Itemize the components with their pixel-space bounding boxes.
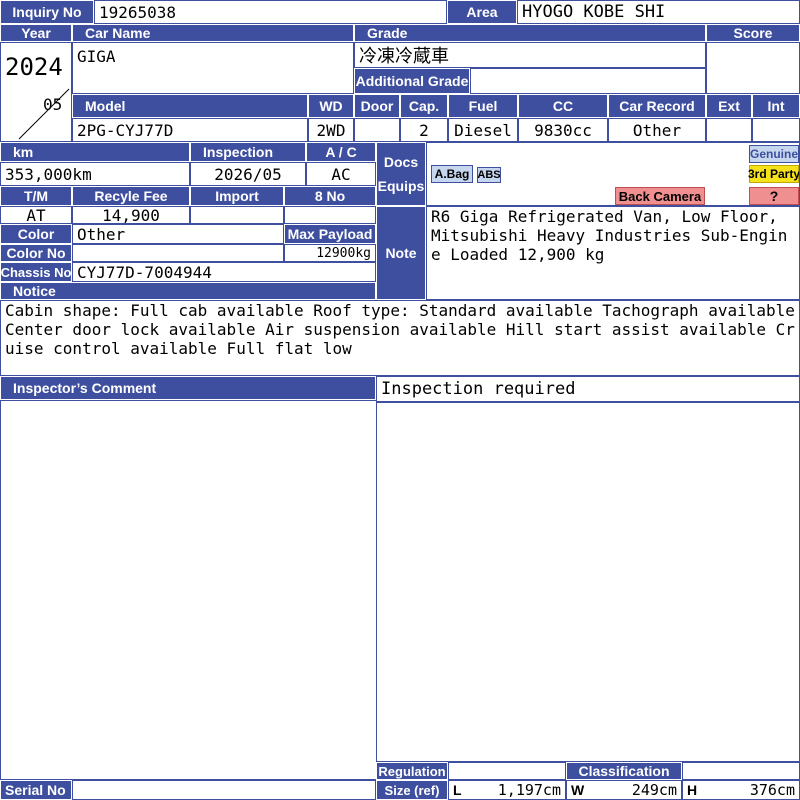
inspectors-comment-label: Inspector’s Comment bbox=[0, 376, 376, 400]
import-value bbox=[190, 206, 284, 224]
inquiry-no-value: 19265038 bbox=[94, 0, 447, 24]
note-label: Note bbox=[376, 206, 426, 300]
size-ref-label: Size (ref) bbox=[376, 780, 448, 800]
comment-right-area bbox=[376, 402, 800, 762]
unknown-badge: ? bbox=[749, 187, 799, 205]
classification-label: Classification bbox=[566, 762, 682, 780]
equips-label: Equips bbox=[377, 178, 425, 194]
wd-value: 2WD bbox=[308, 118, 354, 142]
docs-label: Docs bbox=[383, 154, 419, 170]
car-record-label: Car Record bbox=[608, 94, 706, 118]
regulation-value bbox=[448, 762, 566, 780]
ext-value bbox=[706, 118, 752, 142]
size-l-cell: L 1,197cm bbox=[448, 780, 566, 800]
equips-area: A.Bag ABS Back Camera Genuine 3rd Party … bbox=[426, 142, 800, 206]
year-label: Year bbox=[0, 24, 72, 42]
note-value: R6 Giga Refrigerated Van, Low Floor, Mit… bbox=[426, 206, 800, 300]
km-value: 353,000km bbox=[0, 162, 190, 186]
notice-value: Cabin shape: Full cab available Roof typ… bbox=[0, 300, 800, 376]
int-label: Int bbox=[752, 94, 800, 118]
cc-label: CC bbox=[518, 94, 608, 118]
size-l-label: L bbox=[453, 782, 462, 798]
abag-badge: A.Bag bbox=[431, 165, 473, 183]
fuel-value: Diesel bbox=[448, 118, 518, 142]
inspection-label: Inspection bbox=[190, 142, 306, 162]
size-w-value: 249cm bbox=[631, 781, 677, 799]
inspection-value: 2026/05 bbox=[190, 162, 306, 186]
size-h-value: 376cm bbox=[749, 781, 795, 799]
serial-no-label: Serial No bbox=[0, 780, 72, 800]
inspectors-comment-value: Inspection required bbox=[376, 376, 800, 402]
score-value bbox=[706, 42, 800, 94]
car-name-value: GIGA bbox=[72, 42, 354, 94]
month-value: 05 bbox=[43, 95, 63, 114]
color-label: Color bbox=[0, 224, 72, 244]
color-value: Other bbox=[72, 224, 284, 244]
cap-value: 2 bbox=[400, 118, 448, 142]
model-label: Model bbox=[72, 94, 308, 118]
wd-label: WD bbox=[308, 94, 354, 118]
back-camera-badge: Back Camera bbox=[615, 187, 705, 205]
max-payload-label: Max Payload bbox=[284, 224, 376, 244]
abs-badge: ABS bbox=[477, 167, 501, 183]
grade-value: 冷凍冷蔵車 bbox=[354, 42, 706, 68]
int-value bbox=[752, 118, 800, 142]
grade-label: Grade bbox=[354, 24, 706, 42]
docs-equips-label: Docs Equips bbox=[376, 142, 426, 206]
ac-label: A / C bbox=[306, 142, 376, 162]
color-no-value bbox=[72, 244, 284, 262]
genuine-badge: Genuine bbox=[749, 145, 799, 163]
additional-grade-value bbox=[470, 68, 706, 94]
classification-value bbox=[682, 762, 800, 780]
eight-no-value bbox=[284, 206, 376, 224]
regulation-label: Regulation bbox=[376, 762, 448, 780]
size-h-cell: H 376cm bbox=[682, 780, 800, 800]
year-value: 2024 bbox=[5, 53, 63, 81]
notice-label: Notice bbox=[0, 282, 376, 300]
third-party-badge: 3rd Party bbox=[747, 165, 800, 183]
size-w-cell: W 249cm bbox=[566, 780, 682, 800]
door-label: Door bbox=[354, 94, 400, 118]
color-no-label: Color No bbox=[0, 244, 72, 262]
recycle-fee-label: Recyle Fee bbox=[72, 186, 190, 206]
size-w-label: W bbox=[571, 782, 585, 798]
fuel-label: Fuel bbox=[448, 94, 518, 118]
model-value: 2PG-CYJ77D bbox=[72, 118, 308, 142]
recycle-fee-value: 14,900 bbox=[72, 206, 190, 224]
size-h-label: H bbox=[687, 782, 698, 798]
tm-label: T/M bbox=[0, 186, 72, 206]
ac-value: AC bbox=[306, 162, 376, 186]
inquiry-no-label: Inquiry No bbox=[0, 0, 94, 24]
km-label: km bbox=[0, 142, 190, 162]
score-label: Score bbox=[706, 24, 800, 42]
area-label: Area bbox=[447, 0, 517, 24]
eight-no-label: 8 No bbox=[284, 186, 376, 206]
serial-no-value bbox=[72, 780, 376, 800]
cc-value: 9830cc bbox=[518, 118, 608, 142]
year-box: 2024 05 bbox=[0, 42, 72, 142]
additional-grade-label: Additional Grade bbox=[354, 68, 470, 94]
area-value: HYOGO KOBE SHI bbox=[517, 0, 800, 24]
comment-left-area bbox=[0, 400, 377, 780]
ext-label: Ext bbox=[706, 94, 752, 118]
cap-label: Cap. bbox=[400, 94, 448, 118]
tm-value: AT bbox=[0, 206, 72, 224]
door-value bbox=[354, 118, 400, 142]
car-name-label: Car Name bbox=[72, 24, 354, 42]
chassis-no-value: CYJ77D-7004944 bbox=[72, 262, 376, 282]
import-label: Import bbox=[190, 186, 284, 206]
size-l-value: 1,197cm bbox=[497, 781, 561, 799]
chassis-no-label: Chassis No bbox=[0, 262, 72, 282]
car-record-value: Other bbox=[608, 118, 706, 142]
max-payload-value: 12900kg bbox=[284, 244, 376, 262]
